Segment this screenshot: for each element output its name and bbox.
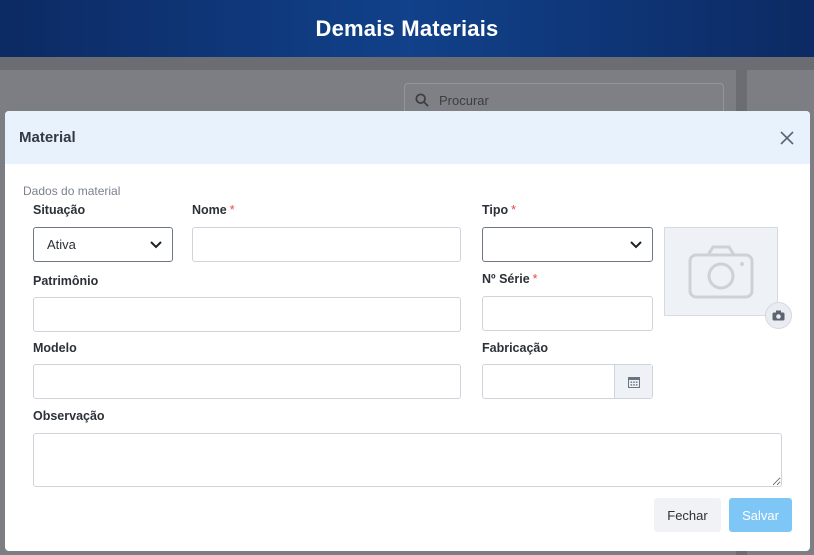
patrimonio-label-text: Patrimônio <box>33 274 99 288</box>
serie-label-text: Nº Série <box>482 272 530 286</box>
camera-icon <box>688 245 754 298</box>
search-placeholder: Procurar <box>439 92 489 108</box>
required-marker <box>511 203 516 217</box>
fechar-button[interactable]: Fechar <box>654 498 721 532</box>
patrimonio-label: Patrimônio <box>33 274 98 288</box>
serie-input[interactable] <box>482 296 653 331</box>
patrimonio-input[interactable] <box>33 297 461 332</box>
tipo-label-text: Tipo <box>482 203 509 217</box>
camera-icon <box>772 310 785 321</box>
required-marker <box>230 203 235 217</box>
observacao-label-text: Observação <box>33 409 105 423</box>
close-button[interactable] <box>776 127 798 149</box>
nome-label-text: Nome <box>192 203 227 217</box>
tipo-select[interactable] <box>482 227 653 262</box>
salvar-button[interactable]: Salvar <box>729 498 792 532</box>
modal-header: Material <box>5 111 810 164</box>
observacao-textarea[interactable] <box>33 433 782 487</box>
search-icon <box>415 93 429 107</box>
modelo-label: Modelo <box>33 341 77 355</box>
tipo-label: Tipo <box>482 203 516 217</box>
fabricacao-label: Fabricação <box>482 341 548 355</box>
serie-label: Nº Série <box>482 272 538 286</box>
fabricacao-date-input[interactable] <box>482 364 653 399</box>
modelo-label-text: Modelo <box>33 341 77 355</box>
calendar-button[interactable] <box>614 365 652 398</box>
app-header: Demais Materiais <box>0 0 814 57</box>
section-title: Dados do material <box>23 184 121 198</box>
chevron-down-icon <box>150 240 162 248</box>
modal-title: Material <box>19 129 76 146</box>
observacao-label: Observação <box>33 409 105 423</box>
app-title: Demais Materiais <box>315 15 499 41</box>
situacao-label: Situação <box>33 203 85 217</box>
situacao-label-text: Situação <box>33 203 86 217</box>
required-marker <box>533 272 538 286</box>
situacao-value: Ativa <box>47 237 76 252</box>
photo-upload-button[interactable] <box>765 302 792 329</box>
nome-label: Nome <box>192 203 235 217</box>
material-modal: Material Dados do material Situação Ativ… <box>5 111 810 551</box>
photo-placeholder[interactable] <box>664 227 778 316</box>
modelo-input[interactable] <box>33 364 461 399</box>
fabricacao-label-text: Fabricação <box>482 341 549 355</box>
chevron-down-icon <box>630 240 642 248</box>
calendar-icon <box>627 376 640 388</box>
situacao-select[interactable]: Ativa <box>33 227 173 262</box>
close-icon <box>780 130 794 145</box>
nome-input[interactable] <box>192 227 461 262</box>
